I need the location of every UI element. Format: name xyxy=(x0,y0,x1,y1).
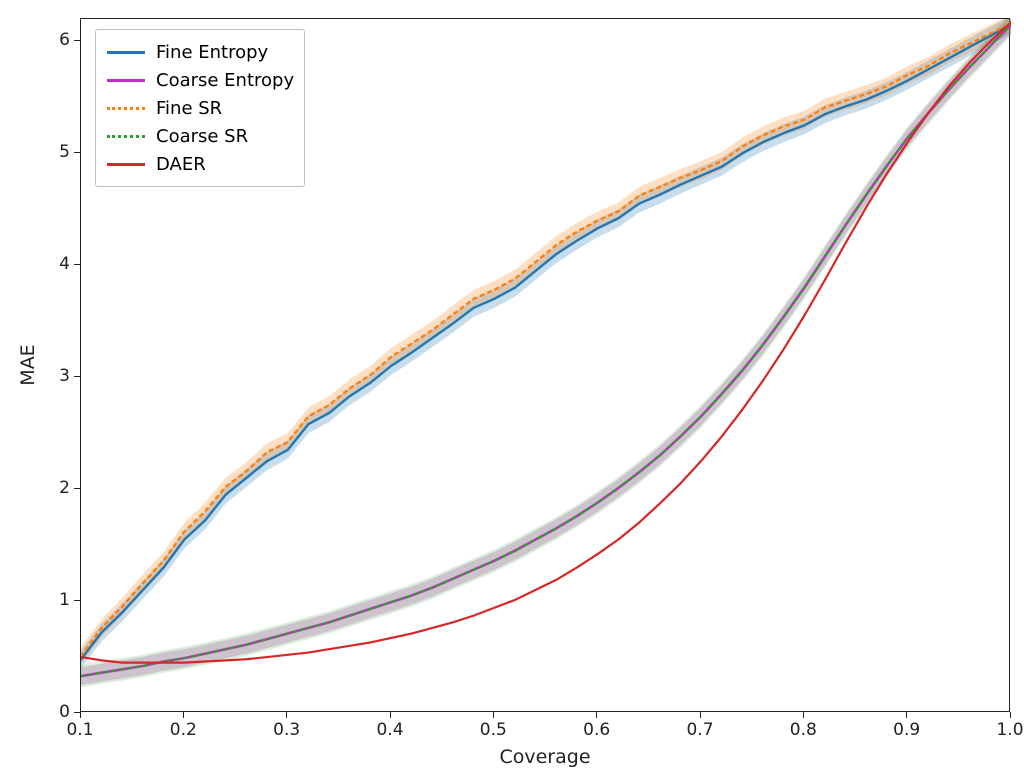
legend-label: Fine Entropy xyxy=(156,42,268,63)
legend-swatch xyxy=(106,98,146,118)
x-tick xyxy=(390,712,391,718)
x-tick-label: 0.6 xyxy=(583,720,610,740)
chart-figure: Fine Entropy Coarse Entropy Fine SR Coarse … xyxy=(0,0,1024,783)
y-axis-label: MAE xyxy=(17,344,39,385)
legend-line-icon xyxy=(107,163,145,166)
legend-swatch xyxy=(106,154,146,174)
legend-label: Fine SR xyxy=(156,98,222,119)
y-tick xyxy=(74,600,80,601)
x-tick xyxy=(596,712,597,718)
y-tick xyxy=(74,376,80,377)
legend: Fine Entropy Coarse Entropy Fine SR Coarse … xyxy=(95,29,305,187)
y-tick-label: 2 xyxy=(59,478,70,498)
legend-line-icon xyxy=(107,51,145,54)
x-axis-label: Coverage xyxy=(499,746,590,768)
y-tick xyxy=(74,152,80,153)
x-tick xyxy=(906,712,907,718)
x-tick xyxy=(803,712,804,718)
x-tick xyxy=(493,712,494,718)
x-tick-label: 0.1 xyxy=(66,720,93,740)
legend-line-icon xyxy=(107,135,145,138)
y-tick xyxy=(74,264,80,265)
legend-label: Coarse Entropy xyxy=(156,70,294,91)
y-tick-label: 5 xyxy=(59,142,70,162)
legend-line-icon xyxy=(107,107,145,110)
x-tick-label: 0.4 xyxy=(376,720,403,740)
legend-item: Fine Entropy xyxy=(106,38,294,66)
x-tick xyxy=(700,712,701,718)
y-tick-label: 4 xyxy=(59,254,70,274)
x-tick-label: 0.2 xyxy=(170,720,197,740)
x-tick xyxy=(80,712,81,718)
legend-item: Coarse Entropy xyxy=(106,66,294,94)
y-tick-label: 6 xyxy=(59,30,70,50)
legend-item: Coarse SR xyxy=(106,122,294,150)
x-tick-label: 0.8 xyxy=(790,720,817,740)
legend-label: Coarse SR xyxy=(156,126,248,147)
x-tick xyxy=(1010,712,1011,718)
x-tick-label: 0.9 xyxy=(893,720,920,740)
y-tick xyxy=(74,712,80,713)
y-tick xyxy=(74,40,80,41)
y-tick-label: 3 xyxy=(59,366,70,386)
x-tick-label: 1.0 xyxy=(996,720,1023,740)
x-tick-label: 0.5 xyxy=(480,720,507,740)
y-tick-label: 1 xyxy=(59,590,70,610)
legend-swatch xyxy=(106,42,146,62)
y-tick xyxy=(74,488,80,489)
y-tick-label: 0 xyxy=(59,702,70,722)
x-tick xyxy=(286,712,287,718)
legend-line-icon xyxy=(107,79,145,82)
plot-area: Fine Entropy Coarse Entropy Fine SR Coarse … xyxy=(80,18,1010,712)
legend-label: DAER xyxy=(156,154,206,175)
legend-item: Fine SR xyxy=(106,94,294,122)
x-tick-label: 0.3 xyxy=(273,720,300,740)
legend-item: DAER xyxy=(106,150,294,178)
x-tick-label: 0.7 xyxy=(686,720,713,740)
x-tick xyxy=(183,712,184,718)
legend-swatch xyxy=(106,70,146,90)
legend-swatch xyxy=(106,126,146,146)
